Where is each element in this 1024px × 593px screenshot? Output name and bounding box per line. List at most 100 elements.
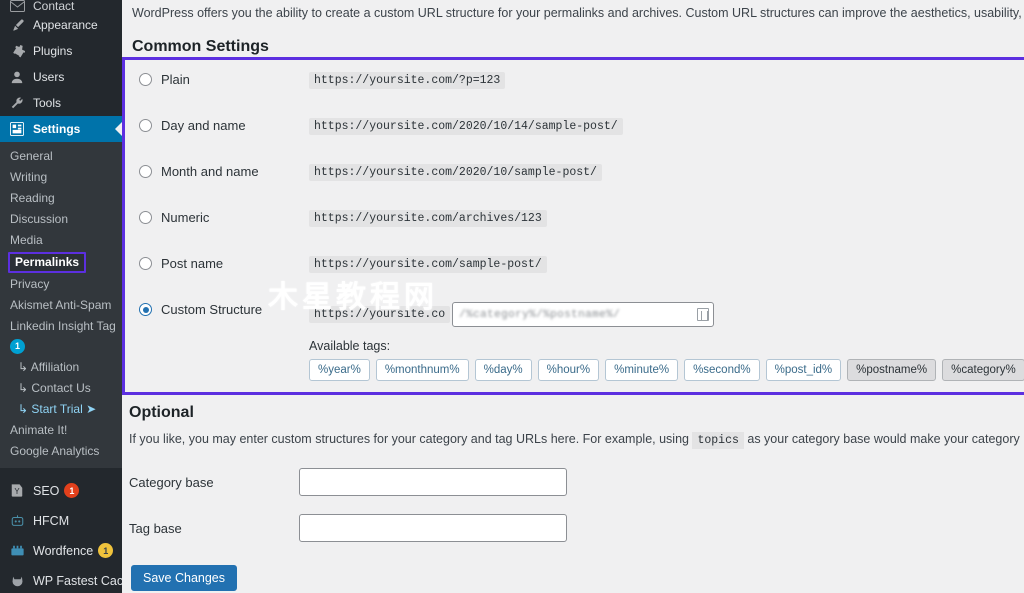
linkedin-badge: 1 — [10, 339, 25, 354]
tag-category[interactable]: %category% — [942, 359, 1024, 381]
settings-submenu: General Writing Reading Discussion Media… — [0, 142, 122, 468]
tag-postname[interactable]: %postname% — [847, 359, 936, 381]
available-tags-list: %year% %monthnum% %day% %hour% %minute% … — [309, 359, 1024, 381]
sidebar-item-general[interactable]: General — [0, 146, 122, 167]
custom-structure-input[interactable]: /%category%/%postname%/ — [452, 302, 714, 327]
radio-numeric[interactable] — [139, 211, 152, 224]
permalink-row-day-and-name[interactable]: Day and name https://yoursite.com/2020/1… — [139, 114, 1024, 160]
admin-sidebar: Contact Appearance Plugins Users Tools — [0, 0, 122, 593]
sidebar-divider — [0, 468, 122, 476]
wordfence-badge: 1 — [98, 543, 113, 558]
tag-hour[interactable]: %hour% — [538, 359, 599, 381]
radio-day-and-name[interactable] — [139, 119, 152, 132]
permalink-row-numeric[interactable]: Numeric https://yoursite.com/archives/12… — [139, 206, 1024, 252]
option-label: Plain — [161, 72, 190, 87]
radio-custom-structure[interactable] — [139, 303, 152, 316]
permalink-label-month-and-name: Month and name — [139, 160, 309, 179]
password-reveal-icon[interactable] — [697, 308, 709, 321]
sidebar-item-privacy[interactable]: Privacy — [0, 274, 122, 295]
sidebar-item-appearance[interactable]: Appearance — [0, 12, 122, 38]
wordpress-admin-screen: Contact Appearance Plugins Users Tools — [0, 0, 1024, 593]
user-icon — [8, 69, 26, 85]
sidebar-item-wordfence[interactable]: Wordfence 1 — [0, 536, 122, 566]
permalink-label-plain: Plain — [139, 68, 309, 87]
permalink-url-plain: https://yoursite.com/?p=123 — [309, 68, 505, 87]
sidebar-item-label: Users — [33, 70, 64, 84]
permalink-url-post-name: https://yoursite.com/sample-post/ — [309, 252, 547, 271]
sidebar-item-seo[interactable]: Y SEO 1 — [0, 476, 122, 506]
custom-structure-controls: https://yoursite.co /%category%/%postnam… — [309, 298, 1024, 381]
option-label: Month and name — [161, 164, 259, 179]
wrench-icon — [8, 95, 26, 111]
category-base-row: Category base — [129, 468, 567, 496]
option-label: Day and name — [161, 118, 246, 133]
optional-heading: Optional — [129, 404, 194, 422]
sidebar-item-label: Tools — [33, 96, 61, 110]
category-base-input[interactable] — [299, 468, 567, 496]
sidebar-item-settings[interactable]: Settings — [0, 116, 122, 142]
sidebar-item-reading[interactable]: Reading — [0, 188, 122, 209]
optional-text-1: If you like, you may enter custom struct… — [129, 432, 689, 446]
paintbrush-icon — [8, 17, 26, 33]
sidebar-item-google-analytics[interactable]: Google Analytics — [0, 441, 122, 462]
tag-post-id[interactable]: %post_id% — [766, 359, 842, 381]
category-base-label: Category base — [129, 475, 299, 490]
sidebar-item-label: Contact — [33, 0, 74, 12]
svg-text:Y: Y — [14, 487, 20, 496]
permalink-url-month-and-name: https://yoursite.com/2020/10/sample-post… — [309, 160, 602, 179]
sidebar-item-discussion[interactable]: Discussion — [0, 209, 122, 230]
sidebar-item-plugins[interactable]: Plugins — [0, 38, 122, 64]
permalink-settings-panel: WordPress offers you the ability to crea… — [122, 0, 1024, 593]
permalink-url-day-and-name: https://yoursite.com/2020/10/14/sample-p… — [309, 114, 623, 133]
sidebar-item-label: Appearance — [33, 18, 98, 32]
sidebar-item-users[interactable]: Users — [0, 64, 122, 90]
url-code: https://yoursite.com/sample-post/ — [309, 256, 547, 273]
tag-minute[interactable]: %minute% — [605, 359, 678, 381]
sidebar-item-affiliation[interactable]: ↳ Affiliation — [0, 357, 122, 378]
sidebar-item-start-trial[interactable]: ↳ Start Trial ➤ — [0, 399, 122, 420]
custom-url-prefix: https://yoursite.co — [309, 306, 450, 323]
sidebar-item-wp-fastest-cache[interactable]: WP Fastest Cache — [0, 566, 122, 593]
tag-second[interactable]: %second% — [684, 359, 760, 381]
radio-plain[interactable] — [139, 73, 152, 86]
permalink-label-numeric: Numeric — [139, 206, 309, 225]
sidebar-item-contact-partial[interactable]: Contact — [0, 0, 122, 12]
cat-icon — [8, 573, 26, 589]
radio-post-name[interactable] — [139, 257, 152, 270]
sidebar-item-label: HFCM — [33, 514, 69, 528]
sidebar-item-permalinks[interactable]: Permalinks — [8, 252, 86, 273]
permalink-label-day-and-name: Day and name — [139, 114, 309, 133]
permalink-row-post-name[interactable]: Post name https://yoursite.com/sample-po… — [139, 252, 1024, 298]
sidebar-item-writing[interactable]: Writing — [0, 167, 122, 188]
sidebar-item-linkedin-insight-tag[interactable]: Linkedin Insight Tag — [0, 316, 122, 337]
available-tags-label: Available tags: — [309, 339, 1024, 353]
option-label: Custom Structure — [161, 302, 262, 317]
permalink-row-month-and-name[interactable]: Month and name https://yoursite.com/2020… — [139, 160, 1024, 206]
seo-badge: 1 — [64, 483, 79, 498]
sidebar-item-akismet[interactable]: Akismet Anti-Spam — [0, 295, 122, 316]
sidebar-item-tools[interactable]: Tools — [0, 90, 122, 116]
common-settings-heading: Common Settings — [132, 38, 1024, 56]
settings-icon — [8, 121, 26, 137]
sidebar-item-label: WP Fastest Cache — [33, 574, 122, 588]
custom-structure-input-line: https://yoursite.co /%category%/%postnam… — [309, 302, 1024, 327]
sidebar-item-hfcm[interactable]: HFCM — [0, 506, 122, 536]
sidebar-item-label: Plugins — [33, 44, 72, 58]
sidebar-item-media[interactable]: Media — [0, 230, 122, 251]
permalink-row-custom-structure[interactable]: Custom Structure https://yoursite.co /%c… — [139, 298, 1024, 381]
url-code: https://yoursite.com/2020/10/sample-post… — [309, 164, 602, 181]
sidebar-item-contact-us[interactable]: ↳ Contact Us — [0, 378, 122, 399]
optional-code-topics: topics — [692, 432, 743, 449]
permalink-label-post-name: Post name — [139, 252, 309, 271]
intro-paragraph: WordPress offers you the ability to crea… — [132, 4, 1024, 22]
save-changes-button[interactable]: Save Changes — [131, 565, 237, 591]
tag-year[interactable]: %year% — [309, 359, 370, 381]
sidebar-item-animate-it[interactable]: Animate It! — [0, 420, 122, 441]
tag-day[interactable]: %day% — [475, 359, 532, 381]
radio-month-and-name[interactable] — [139, 165, 152, 178]
wordfence-icon — [8, 543, 26, 559]
tag-monthnum[interactable]: %monthnum% — [376, 359, 469, 381]
tag-base-input[interactable] — [299, 514, 567, 542]
permalink-row-plain[interactable]: Plain https://yoursite.com/?p=123 — [139, 68, 1024, 114]
permalink-url-numeric: https://yoursite.com/archives/123 — [309, 206, 547, 225]
